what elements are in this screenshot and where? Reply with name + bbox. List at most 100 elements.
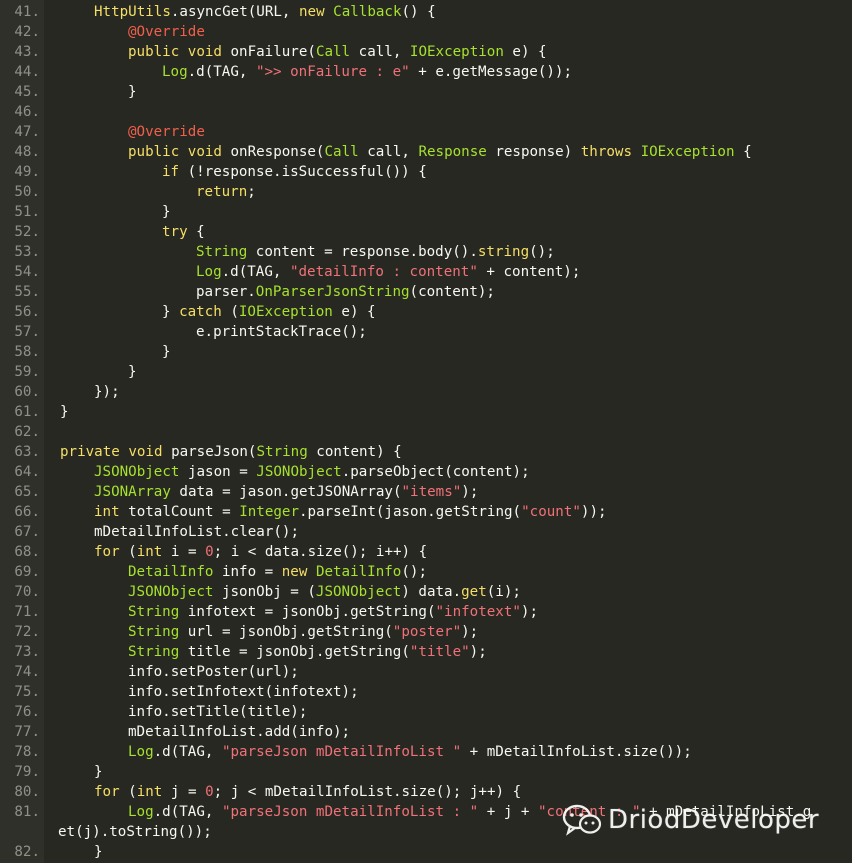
line-number: 62. [14,424,40,440]
line-number: 44. [14,64,40,80]
code-line: 60.}); [0,382,852,402]
code-line: 53. String content = response.body().stri… [0,242,852,262]
code-token: ); [520,604,539,620]
code-token: ) data. [401,584,462,600]
code-token: .parseInt(jason.getString( [299,504,522,520]
line-number: 65. [14,484,40,500]
code-token: + content); [477,264,581,280]
code-token: { [734,144,752,160]
code-token: String [128,604,180,620]
code-token: } [60,404,69,420]
line-number: 64. [14,464,40,480]
code-text: JSONObject jason = JSONObject.parseObjec… [94,462,530,482]
code-token: public [128,44,188,60]
code-token: int [94,504,129,520]
line-number: 46. [14,104,40,120]
code-text: info.setTitle(title); [128,702,307,722]
line-number: 77. [14,724,40,740]
code-line: 58.} [0,342,852,362]
code-token: throws [580,144,641,160]
code-text: et(j).toString()); [58,822,212,842]
code-line: 43. public void onFailure(Call call, IOEx… [0,42,852,62]
code-token: String [128,644,180,660]
line-number: 71. [14,604,40,620]
code-text: e.printStackTrace(); [196,322,367,342]
code-token: } [162,204,171,220]
code-token: 0 [205,544,214,560]
wechat-icon [562,803,602,837]
code-line: 48. public void onResponse(Call call, Res… [0,142,852,162]
code-text: String title = jsonObj.getString("title"… [128,642,487,662]
code-line: 77. mDetailInfoList.add(info); [0,722,852,742]
code-line: 59.} [0,362,852,382]
code-token: DetailInfo [128,564,214,580]
code-token: ( [230,304,239,320]
code-token: Call [315,44,351,60]
code-token: "infotext" [435,604,521,620]
code-token: { [196,224,205,240]
code-text: info.setPoster(url); [128,662,299,682]
line-number: 51. [14,204,40,220]
code-token: Log [128,804,154,820]
code-line: 75. info.setInfotext(infotext); [0,682,852,702]
code-token: JSONObject [94,464,180,480]
code-token: info.setInfotext(infotext); [128,684,359,700]
code-token: e) { [503,44,547,60]
line-number: 59. [14,364,40,380]
code-token: } [162,304,180,320]
code-token: ); [461,624,479,640]
code-text: try { [162,222,205,242]
code-line: 61.} [0,402,852,422]
code-line: 74. info.setPoster(url); [0,662,852,682]
code-token: OnParserJsonString [255,284,410,300]
code-token: get [461,584,487,600]
watermark-text: DriodDeveloper [608,805,820,835]
code-token: (); [529,244,555,260]
line-number: 75. [14,684,40,700]
line-number: 53. [14,244,40,260]
line-number: 73. [14,644,40,660]
code-token: call, [358,144,419,160]
code-line: 78. Log.d(TAG, "parseJson mDetailInfoList… [0,742,852,762]
code-line: 57. e.printStackTrace(); [0,322,852,342]
code-token: info = [213,564,282,580]
code-token: (i); [486,584,521,600]
line-number: 48. [14,144,40,160]
code-token: e) { [332,304,376,320]
code-token: .d(TAG, [221,264,290,280]
code-editor[interactable]: 41. HttpUtils.asyncGet(URL, new Callback(… [0,0,852,863]
code-token: public [128,144,188,160]
code-token: ; i < data.size(); i++) { [213,544,428,560]
code-text: String content = response.body().string(… [196,242,555,262]
code-token: data = jason.getJSONArray( [170,484,402,500]
code-text: private void parseJson(String content) { [60,442,402,462]
code-token: call, [350,44,410,60]
line-number: 43. [14,44,40,60]
line-number: 78. [14,744,40,760]
code-line: 46. [0,102,852,122]
code-text: int totalCount = Integer.parseInt(jason.… [94,502,607,522]
code-text: public void onFailure(Call call, IOExcep… [128,42,547,62]
line-number: 45. [14,84,40,100]
code-token: url = jsonObj.getString( [179,624,393,640]
code-token: infotext = jsonObj.getString( [179,604,436,620]
line-number: 63. [14,444,40,460]
code-token: Log [196,264,222,280]
code-token: + mDetailInfoList.size()); [461,744,692,760]
code-token: void [128,444,172,460]
code-token: et(j).toString()); [58,824,212,840]
line-number: 41. [14,4,40,20]
code-token: totalCount = [128,504,240,520]
code-text: } [94,762,103,782]
code-token: @Override [128,124,205,140]
line-number: 52. [14,224,40,240]
code-line: 63. private void parseJson(String content… [0,442,852,462]
code-text: mDetailInfoList.clear(); [94,522,299,542]
code-token: jsonObj = ( [213,584,316,600]
code-token: .d(TAG, [153,804,222,820]
code-token: new [281,564,316,580]
code-token: "detailInfo : content" [289,264,478,280]
code-text: JSONObject jsonObj = (JSONObject) data.g… [128,582,521,602]
code-token: }); [94,384,120,400]
code-token: } [94,764,103,780]
